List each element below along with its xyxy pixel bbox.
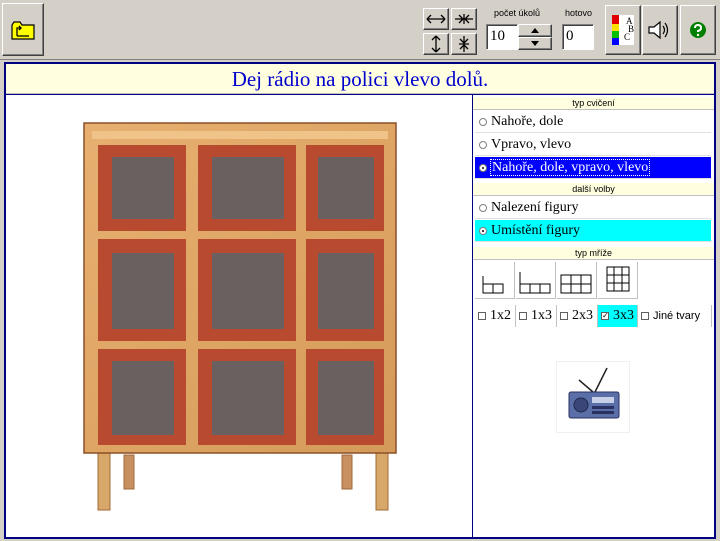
- grid-1x3-icon: [519, 272, 551, 294]
- check-3x3[interactable]: ✓ 3x3: [598, 305, 638, 327]
- grid-1x3-button[interactable]: [516, 262, 556, 299]
- narrow-h-button[interactable]: [451, 8, 477, 30]
- shelf-cell-top-center[interactable]: [198, 145, 296, 231]
- arrows-in-h-icon: [455, 14, 473, 24]
- check-1x3[interactable]: 1x3: [516, 305, 557, 327]
- grid-1x2-icon: [482, 276, 504, 294]
- arrows-out-v-icon: [431, 35, 441, 53]
- widen-h-button[interactable]: [423, 8, 449, 30]
- option-all-directions[interactable]: Nahoře, dole, vpravo, vlevo: [475, 157, 711, 179]
- radio-figure[interactable]: [556, 361, 630, 433]
- done-field: 0: [562, 24, 594, 50]
- shelf-cell-top-left[interactable]: [98, 145, 186, 231]
- arrows-in-v-icon: [459, 36, 469, 52]
- options-panel: typ cvičení Nahoře, dole Vpravo, vlevo N…: [473, 95, 714, 537]
- help-button[interactable]: [680, 5, 716, 55]
- sound-button[interactable]: [642, 5, 678, 55]
- option-find-figure[interactable]: Nalezení figury: [475, 197, 711, 219]
- shelf-cell-middle-center[interactable]: [198, 239, 296, 341]
- radio-selected-icon: [479, 164, 487, 172]
- exercise-type-header: typ cvičení: [473, 97, 714, 110]
- arrows-out-h-icon: [426, 14, 446, 24]
- more-options-header: další volby: [473, 183, 714, 196]
- widen-v-button[interactable]: [423, 33, 449, 55]
- shelf-canvas: [6, 95, 472, 537]
- checkbox-icon: [519, 312, 527, 320]
- triangle-up-icon: [531, 28, 539, 33]
- task-count-field[interactable]: 10: [486, 24, 518, 50]
- checkbox-checked-icon: ✓: [601, 311, 609, 320]
- svg-text:C: C: [624, 32, 630, 42]
- help-icon: [690, 22, 706, 38]
- radio-selected-icon: [479, 227, 487, 235]
- radio-icon: [568, 367, 620, 419]
- radio-icon: [479, 204, 487, 212]
- check-1x2[interactable]: 1x2: [475, 305, 516, 327]
- folder-button[interactable]: [2, 3, 44, 56]
- check-other-shapes[interactable]: Jiné tvary: [638, 305, 712, 327]
- main-area: Dej rádio na polici vlevo dolů. typ cvič…: [4, 62, 716, 539]
- option-top-bottom[interactable]: Nahoře, dole: [475, 111, 711, 133]
- shelf-cell-middle-right[interactable]: [306, 239, 384, 341]
- grid-2x3-icon: [560, 274, 592, 294]
- app-window: počet úkolů 10 hotovo 0 A B C Dej rádio …: [0, 0, 720, 541]
- checkbox-icon: [560, 312, 568, 320]
- bookshelf[interactable]: [6, 95, 472, 537]
- task-count-label: počet úkolů: [494, 8, 541, 18]
- radio-icon: [479, 141, 487, 149]
- shelf-cell-bottom-right[interactable]: [306, 349, 384, 445]
- shelf-cell-middle-left[interactable]: [98, 239, 186, 341]
- folder-up-icon: [11, 20, 35, 40]
- task-instruction: Dej rádio na polici vlevo dolů.: [6, 64, 714, 94]
- count-down-button[interactable]: [518, 37, 552, 50]
- toolbar: počet úkolů 10 hotovo 0 A B C: [0, 0, 720, 60]
- check-2x3[interactable]: 2x3: [557, 305, 598, 327]
- option-right-left[interactable]: Vpravo, vlevo: [475, 134, 711, 156]
- option-place-figure[interactable]: Umístění figury: [475, 220, 711, 242]
- speaker-icon: [648, 20, 669, 40]
- grid-3x3-button[interactable]: [598, 262, 638, 299]
- narrow-v-button[interactable]: [451, 33, 477, 55]
- grid-3x3-icon: [606, 266, 630, 292]
- shelf-cell-bottom-left[interactable]: [98, 349, 186, 445]
- abc-button[interactable]: A B C: [605, 5, 641, 55]
- grid-2x3-button[interactable]: [557, 262, 597, 299]
- checkbox-icon: [641, 312, 649, 320]
- grid-type-header: typ mříže: [473, 247, 714, 260]
- shelf-cell-bottom-center[interactable]: [198, 349, 296, 445]
- done-label: hotovo: [565, 8, 593, 18]
- grid-1x2-button[interactable]: [475, 262, 515, 299]
- checkbox-icon: [478, 312, 486, 320]
- triangle-down-icon: [531, 41, 539, 46]
- shelf-cell-top-right[interactable]: [306, 145, 384, 231]
- radio-icon: [479, 118, 487, 126]
- count-up-button[interactable]: [518, 24, 552, 37]
- abc-palette-icon: A B C: [612, 15, 634, 45]
